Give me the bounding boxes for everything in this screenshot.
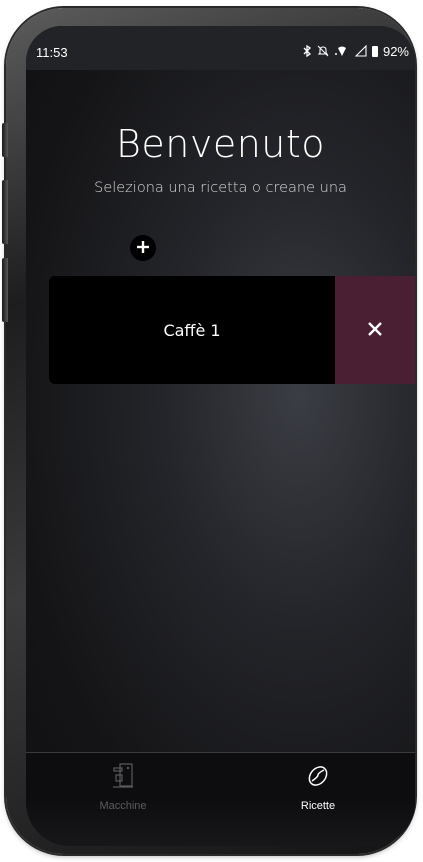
side-button-volume-down (2, 258, 8, 322)
wifi-icon (334, 45, 350, 59)
plus-icon (136, 239, 150, 258)
bluetooth-icon (302, 44, 312, 59)
nav-item-macchine[interactable]: Macchine (26, 753, 220, 846)
recipe-item[interactable]: Caffè 1 (49, 276, 335, 384)
notifications-off-icon (317, 45, 329, 59)
nav-item-ricette[interactable]: Ricette (221, 753, 415, 846)
recipe-name: Caffè 1 (163, 320, 221, 340)
page-subtitle: Seleziona una ricetta o creane una (94, 180, 347, 196)
nav-label-macchine: Macchine (99, 800, 147, 812)
signal-icon (354, 44, 367, 59)
page-title: Benvenuto (115, 122, 326, 166)
app-screen: 11:53 92% Benvenuto Seleziona una ricett… (26, 26, 415, 846)
status-icons: 92% (302, 44, 409, 59)
add-recipe-button[interactable] (130, 235, 156, 261)
battery-icon (371, 46, 378, 57)
close-icon (368, 321, 382, 340)
coffee-bean-icon (303, 761, 333, 791)
delete-recipe-button[interactable] (335, 276, 415, 384)
recipe-card: Caffè 1 (49, 276, 415, 384)
battery-percent: 92% (382, 44, 409, 59)
side-button-volume-up (2, 180, 8, 244)
coffee-machine-icon (108, 761, 138, 791)
nav-label-ricette: Ricette (300, 800, 336, 812)
bottom-navigation: Macchine Ricette (26, 753, 415, 846)
side-button-top (2, 123, 8, 157)
status-time: 11:53 (36, 45, 68, 60)
status-bar: 11:53 92% (26, 26, 415, 70)
